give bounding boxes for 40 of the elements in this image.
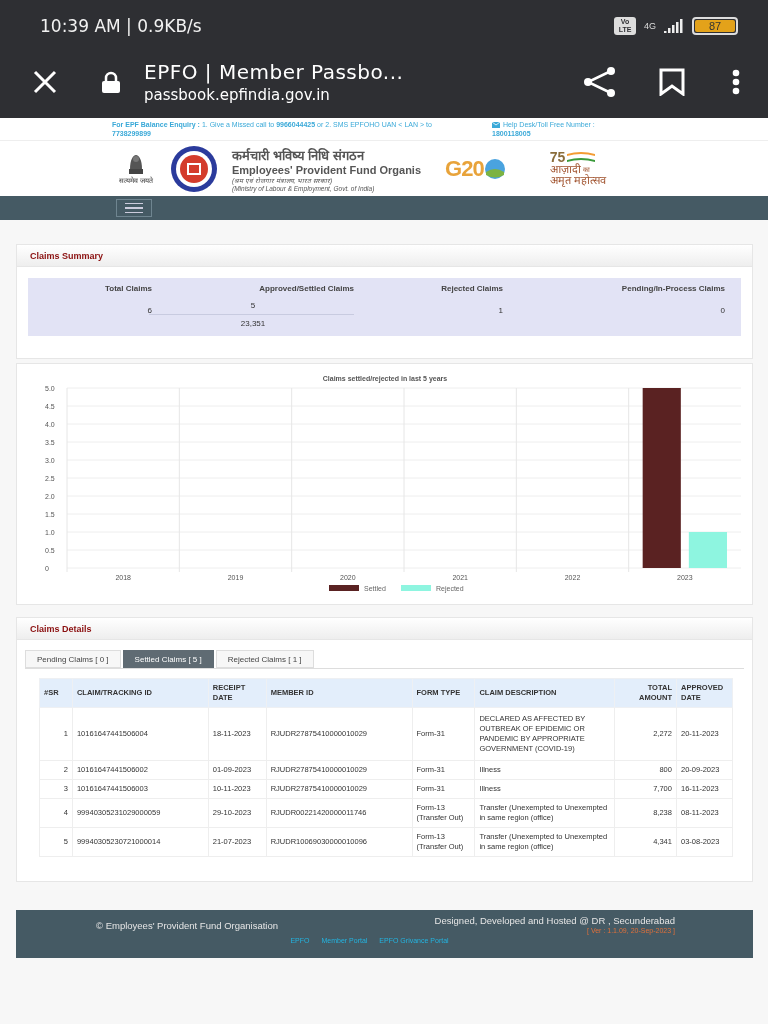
azadi-number: 75 xyxy=(549,152,566,163)
claims-tab[interactable]: Pending Claims [ 0 ] xyxy=(25,650,121,668)
azadi-text: आज़ादी xyxy=(549,163,581,175)
g20-logo: G20 xyxy=(445,155,484,182)
share-button[interactable] xyxy=(582,65,618,98)
copyright-text: © Employees' Provident Fund Organisation xyxy=(96,920,279,933)
signal-icon xyxy=(664,18,684,33)
summary-heading: Rejected Claims xyxy=(440,284,503,293)
org-name: Employees' Provident Fund Organis xyxy=(232,163,422,176)
azadi-subtitle: अमृत महोत्सव xyxy=(549,174,606,186)
claims-tab[interactable]: Rejected Claims [ 1 ] xyxy=(215,650,314,668)
status-time: 10:39 AM | 0.9KB/s xyxy=(40,15,202,36)
card-title: Claims Details xyxy=(30,623,92,634)
page-url[interactable]: passbook.epfindia.gov.in xyxy=(144,85,542,104)
hosted-text: Designed, Developed and Hosted @ DR , Secunderabad xyxy=(434,915,675,926)
summary-heading: Total Claims xyxy=(104,284,152,293)
card-title: Claims Summary xyxy=(30,250,104,261)
menu-button[interactable] xyxy=(116,199,152,217)
page-title: EPFO | Member Passbo... xyxy=(144,59,405,84)
summary-value: 6 xyxy=(146,306,152,315)
summary-value: 1 xyxy=(497,306,503,315)
network-type: 4G xyxy=(644,20,656,31)
legend-swatch xyxy=(401,585,431,591)
lock-icon xyxy=(100,70,122,93)
bookmark-button[interactable] xyxy=(658,67,686,96)
mail-icon xyxy=(492,121,500,128)
org-name-hindi: कर्मचारी भविष्य निधि संगठन xyxy=(232,146,366,164)
summary-heading: Pending/In-Process Claims xyxy=(620,284,725,293)
globe-icon xyxy=(483,157,506,180)
epfo-logo xyxy=(170,144,218,193)
summary-heading: Approved/Settled Claims xyxy=(258,284,354,293)
chart-bar xyxy=(688,532,727,568)
legend-swatch xyxy=(329,585,359,591)
battery-level: 87 xyxy=(695,19,735,32)
summary-value: 0 xyxy=(719,306,725,315)
more-options-button[interactable] xyxy=(732,68,740,95)
summary-value: 23,351 xyxy=(240,319,266,328)
claims-tab[interactable]: Settled Claims [ 5 ] xyxy=(122,650,214,668)
summary-value: 5 xyxy=(250,301,256,310)
close-button[interactable] xyxy=(32,68,58,95)
